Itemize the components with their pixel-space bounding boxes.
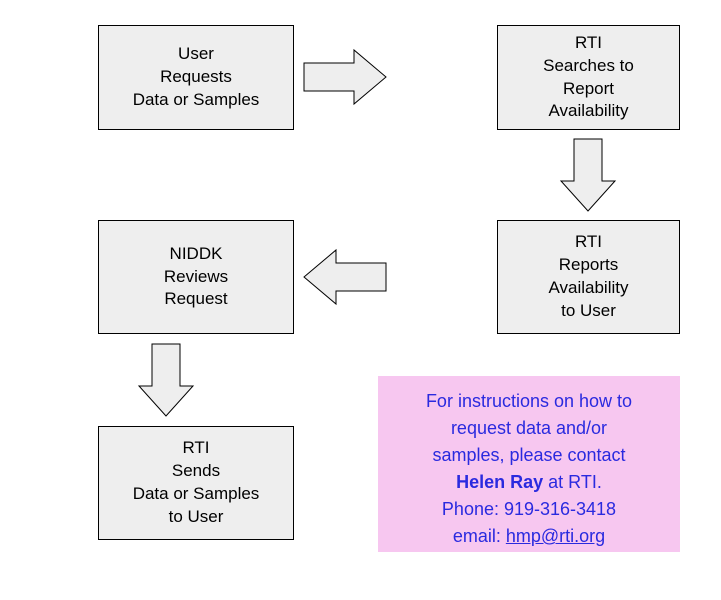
info-line: samples, please contact	[432, 445, 625, 465]
arrow-down-icon	[557, 135, 619, 215]
info-line: request data and/or	[451, 418, 607, 438]
info-line: at RTI.	[543, 472, 602, 492]
arrow-right-icon	[300, 46, 390, 108]
box-niddk-review: NIDDK Reviews Request	[98, 220, 294, 334]
arrow-down-icon	[135, 340, 197, 420]
email-link[interactable]: hmp@rti.org	[506, 526, 605, 546]
email-label: email:	[453, 526, 506, 546]
box-rti-report: RTI Reports Availability to User	[497, 220, 680, 334]
box-user-request: User Requests Data or Samples	[98, 25, 294, 130]
contact-name: Helen Ray	[456, 472, 543, 492]
box-rti-send: RTI Sends Data or Samples to User	[98, 426, 294, 540]
box-rti-search: RTI Searches to Report Availability	[497, 25, 680, 130]
phone-line: Phone: 919-316-3418	[442, 499, 616, 519]
arrow-left-icon	[300, 246, 390, 308]
contact-info-box: For instructions on how to request data …	[378, 376, 680, 552]
info-line: For instructions on how to	[426, 391, 632, 411]
